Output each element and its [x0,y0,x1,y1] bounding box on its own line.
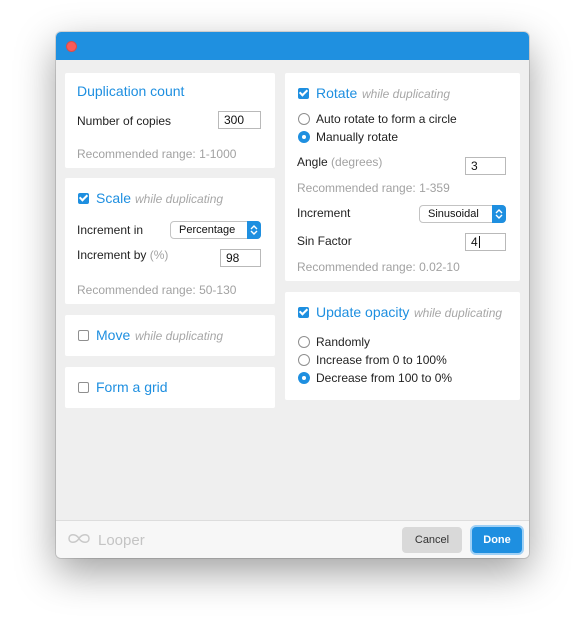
angle-unit: (degrees) [331,155,383,169]
scale-hint: while duplicating [135,192,224,206]
sin-factor-value: 4 [471,235,478,249]
opacity-randomly-label[interactable]: Randomly [316,335,370,349]
rotate-panel: Rotate while duplicating Auto rotate to … [285,73,520,281]
grid-panel: Form a grid [65,367,275,408]
increment-in-label: Increment in [77,223,144,237]
angle-text: Angle [297,155,328,169]
increment-in-value: Percentage [179,224,236,236]
opacity-decrease-label[interactable]: Decrease from 100 to 0% [316,371,452,385]
brand-name: Looper [98,532,145,549]
grid-checkbox[interactable] [78,382,89,393]
rotate-increment-value: Sinusoidal [428,208,479,220]
opacity-randomly-radio[interactable] [298,336,310,348]
manual-rotate-radio[interactable] [298,131,310,143]
move-title: Move [96,327,131,343]
title-bar [56,32,529,60]
angle-input[interactable]: 3 [465,157,506,175]
auto-rotate-label[interactable]: Auto rotate to form a circle [316,112,457,126]
copies-range: Recommended range: 1-1000 [77,147,237,161]
opacity-title: Update opacity [316,304,410,320]
duplication-title: Duplication count [77,83,185,99]
opacity-decrease-radio[interactable] [298,372,310,384]
increment-by-value: 98 [226,251,240,265]
copies-label: Number of copies [77,114,172,128]
copies-input[interactable]: 300 [218,111,261,129]
angle-value: 3 [471,159,478,173]
grid-title: Form a grid [96,379,168,395]
rotate-hint: while duplicating [362,87,451,101]
done-button[interactable]: Done [472,527,522,553]
infinity-icon [66,532,92,548]
angle-range: Recommended range: 1-359 [297,181,450,195]
opacity-hint: while duplicating [414,306,503,320]
sin-factor-label: Sin Factor [297,234,352,248]
rotate-checkbox[interactable] [298,88,309,99]
duplication-panel: Duplication count Number of copies 300 R… [65,73,275,168]
select-arrows-icon [492,205,506,223]
cancel-button[interactable]: Cancel [402,527,462,553]
increment-by-input[interactable]: 98 [220,249,261,267]
opacity-increase-label[interactable]: Increase from 0 to 100% [316,353,447,367]
rotate-increment-label: Increment [297,206,351,220]
opacity-panel: Update opacity while duplicating Randoml… [285,292,520,400]
increment-by-label: Increment by (%) [77,248,168,262]
scale-title: Scale [96,190,132,206]
move-hint: while duplicating [135,329,224,343]
footer-bar: Looper Cancel Done [56,520,529,558]
angle-label: Angle (degrees) [297,155,382,169]
sin-factor-range: Recommended range: 0.02-10 [297,260,460,274]
move-panel: Move while duplicating [65,315,275,356]
increment-by-unit: (%) [149,248,169,262]
auto-rotate-radio[interactable] [298,113,310,125]
move-checkbox[interactable] [78,330,89,341]
rotate-title: Rotate [316,85,358,101]
copies-value: 300 [224,113,245,127]
opacity-checkbox[interactable] [298,307,309,318]
looper-dialog: Duplication count Number of copies 300 R… [56,32,529,558]
close-icon[interactable] [66,41,77,52]
opacity-increase-radio[interactable] [298,354,310,366]
sin-factor-input[interactable]: 4 [465,233,506,251]
scale-checkbox[interactable] [78,193,89,204]
increment-in-select[interactable]: Percentage [170,221,261,239]
scale-range: Recommended range: 50-130 [77,283,237,297]
manual-rotate-label[interactable]: Manually rotate [316,130,398,144]
scale-panel: Scale while duplicating Increment in Per… [65,178,275,304]
increment-by-text: Increment by [77,248,147,262]
rotate-increment-select[interactable]: Sinusoidal [419,205,506,223]
text-cursor [478,236,480,248]
select-arrows-icon [247,221,261,239]
